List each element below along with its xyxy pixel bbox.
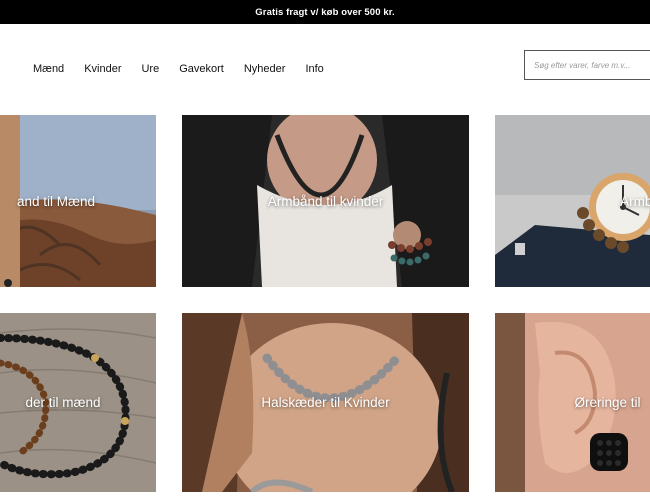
promo-bar: Gratis fragt v/ køb over 500 kr.	[0, 0, 650, 24]
category-caption: Armbånd	[620, 193, 650, 209]
nav-item-nyheder[interactable]: Nyheder	[244, 63, 286, 75]
nav-item-gavekort[interactable]: Gavekort	[179, 63, 224, 75]
nav-item-ure[interactable]: Ure	[141, 63, 159, 75]
promo-text: Gratis fragt v/ køb over 500 kr.	[255, 6, 395, 18]
category-caption: and til Mænd	[16, 193, 96, 209]
search-input[interactable]	[534, 60, 650, 70]
category-tile-watches[interactable]: Armbånd	[495, 115, 650, 287]
nav-item-info[interactable]: Info	[305, 63, 323, 75]
category-tile-men-necklaces[interactable]: der til mænd	[0, 313, 156, 492]
category-tile-earrings[interactable]: Øreringe til	[495, 313, 650, 492]
category-caption: der til mænd	[25, 395, 101, 410]
category-caption: Øreringe til	[574, 395, 641, 410]
category-caption: Armbånd til kvinder	[267, 193, 384, 209]
category-tile-men-bracelets[interactable]: and til Mænd	[0, 115, 156, 287]
search-box	[524, 50, 650, 80]
nav-item-maend[interactable]: Mænd	[33, 63, 64, 75]
category-tile-women-bracelets[interactable]: Armbånd til kvinder	[182, 115, 469, 287]
main-nav: Mænd Kvinder Ure Gavekort Nyheder Info	[33, 63, 324, 75]
category-caption: Halskæder til Kvinder	[261, 395, 390, 410]
nav-item-kvinder[interactable]: Kvinder	[84, 63, 121, 75]
category-tile-women-necklaces[interactable]: Halskæder til Kvinder	[182, 313, 469, 492]
